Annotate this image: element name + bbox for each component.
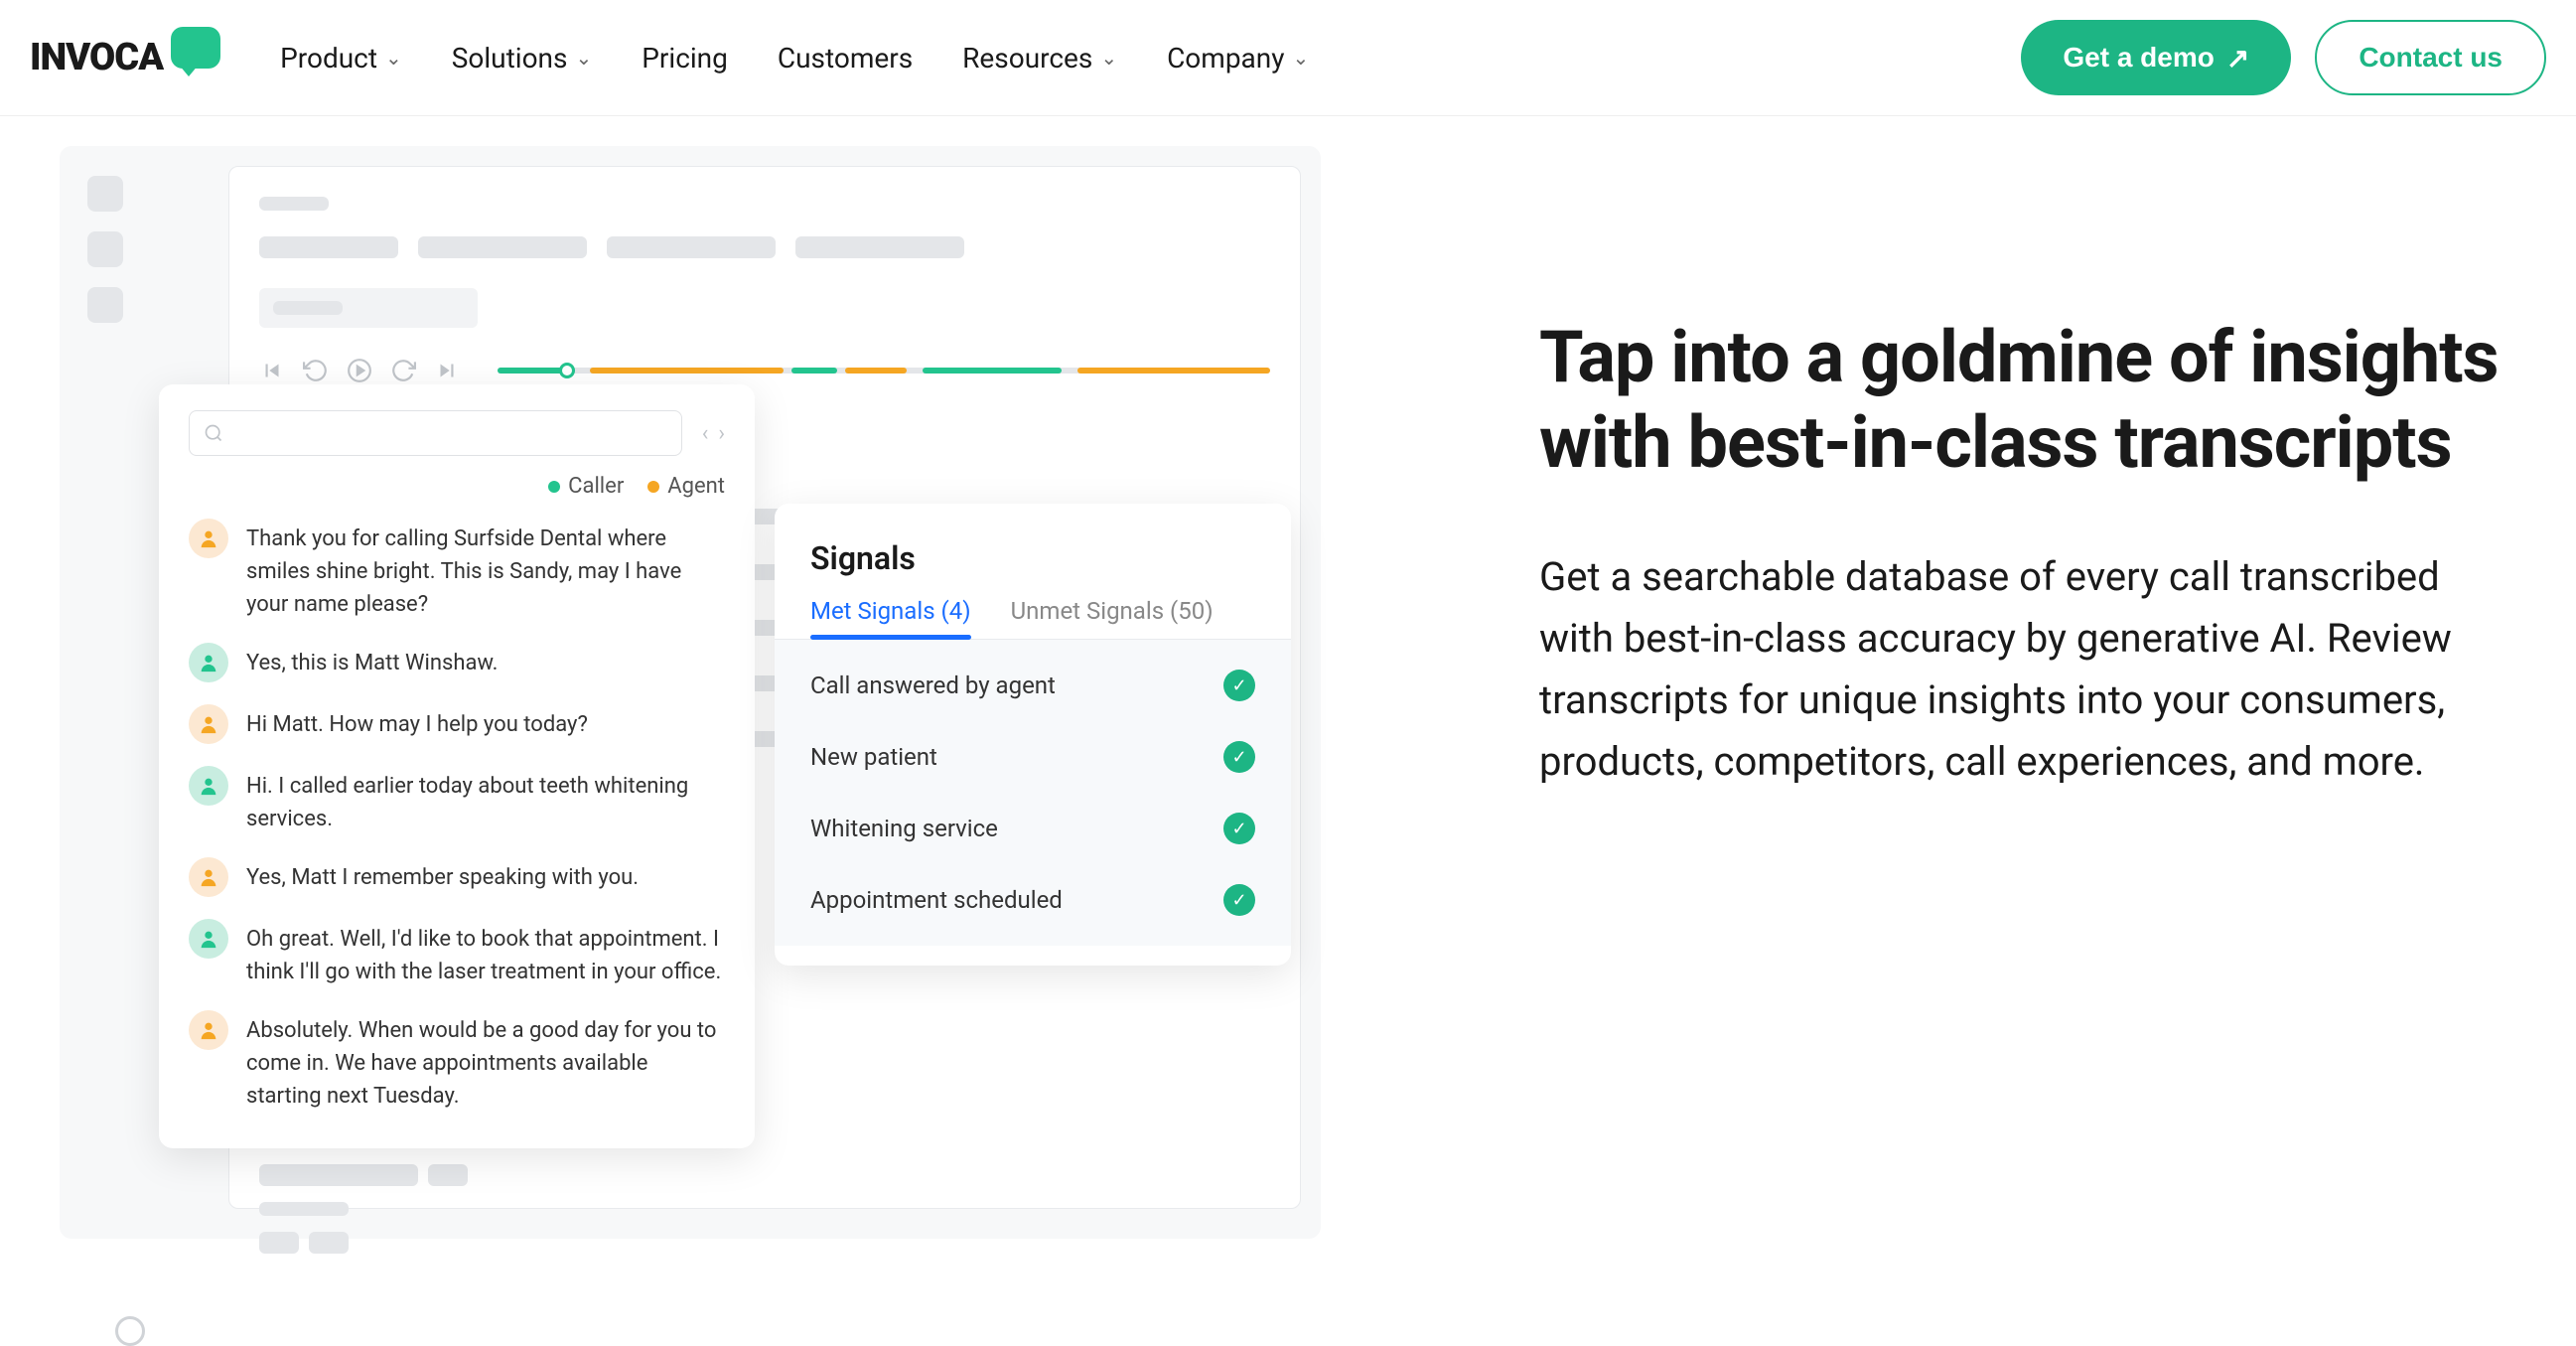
- forward-icon: [390, 358, 416, 383]
- message-caller: Oh great. Well, I'd like to book that ap…: [189, 919, 725, 988]
- chevron-down-icon: ⌄: [385, 46, 402, 70]
- signal-label: Call answered by agent: [810, 672, 1056, 699]
- message-text: Hi. I called earlier today about teeth w…: [246, 766, 725, 835]
- skip-back-icon: [259, 358, 285, 383]
- illustration-panel: ‹ ›: [60, 116, 1321, 1261]
- mock-sidebar: [87, 176, 123, 323]
- message-text: Oh great. Well, I'd like to book that ap…: [246, 919, 725, 988]
- signal-item: Whitening service ✓: [775, 793, 1291, 864]
- transcript-nav-arrows[interactable]: ‹›: [702, 421, 725, 446]
- message-caller: Hi. I called earlier today about teeth w…: [189, 766, 725, 835]
- nav-customers[interactable]: Customers: [778, 42, 913, 75]
- message-agent: Thank you for calling Surfside Dental wh…: [189, 519, 725, 621]
- message-text: Hi Matt. How may I help you today?: [246, 704, 588, 741]
- nav-solutions[interactable]: Solutions⌄: [452, 42, 592, 75]
- check-icon: ✓: [1223, 741, 1255, 773]
- avatar-caller: [189, 919, 228, 959]
- audio-player: [259, 358, 1270, 383]
- nav-pricing[interactable]: Pricing: [642, 42, 728, 75]
- main-nav: INVOCA Product⌄ Solutions⌄ Pricing Custo…: [0, 0, 2576, 116]
- signal-item: Call answered by agent ✓: [775, 650, 1291, 721]
- signal-item: Appointment scheduled ✓: [775, 864, 1291, 936]
- message-text: Thank you for calling Surfside Dental wh…: [246, 519, 725, 621]
- signal-list: Call answered by agent✓New patient✓White…: [775, 640, 1291, 946]
- logo-bubble-icon: [171, 27, 220, 69]
- message-text: Yes, this is Matt Winshaw.: [246, 643, 498, 679]
- avatar-agent: [189, 857, 228, 897]
- signals-tabs: Met Signals (4) Unmet Signals (50): [775, 597, 1291, 640]
- message-agent: Absolutely. When would be a good day for…: [189, 1010, 725, 1113]
- nav-resources[interactable]: Resources⌄: [962, 42, 1117, 75]
- nav-product[interactable]: Product⌄: [280, 42, 402, 75]
- check-icon: ✓: [1223, 813, 1255, 844]
- signal-label: New patient: [810, 743, 937, 771]
- next-icon[interactable]: ›: [718, 421, 725, 446]
- nav-actions: Get a demo↗ Contact us: [2021, 20, 2546, 95]
- message-agent: Yes, Matt I remember speaking with you.: [189, 857, 725, 897]
- page-body: Get a searchable database of every call …: [1539, 546, 2516, 793]
- legend: Caller Agent: [189, 474, 725, 499]
- avatar-agent: [189, 519, 228, 558]
- message-text: Absolutely. When would be a good day for…: [246, 1010, 725, 1113]
- message-list: Thank you for calling Surfside Dental wh…: [189, 519, 725, 1113]
- avatar-caller: [189, 643, 228, 682]
- avatar-agent: [189, 1010, 228, 1050]
- search-icon: [204, 423, 223, 443]
- search-input[interactable]: [189, 410, 682, 456]
- tab-met-signals[interactable]: Met Signals (4): [810, 597, 971, 639]
- skip-forward-icon: [434, 358, 460, 383]
- prev-icon[interactable]: ‹: [702, 421, 709, 446]
- chevron-down-icon: ⌄: [1100, 46, 1117, 70]
- gear-icon: [115, 1316, 145, 1346]
- play-icon: [347, 358, 372, 383]
- avatar-agent: [189, 704, 228, 744]
- arrow-icon: ↗: [2226, 42, 2249, 75]
- logo-text: INVOCA: [30, 36, 163, 79]
- get-demo-button[interactable]: Get a demo↗: [2021, 20, 2291, 95]
- dropdown-placeholder: [259, 288, 478, 328]
- check-icon: ✓: [1223, 670, 1255, 701]
- check-icon: ✓: [1223, 884, 1255, 916]
- signals-card: Signals Met Signals (4) Unmet Signals (5…: [775, 504, 1291, 966]
- contact-us-button[interactable]: Contact us: [2315, 20, 2546, 95]
- nav-company[interactable]: Company⌄: [1167, 42, 1309, 75]
- message-caller: Yes, this is Matt Winshaw.: [189, 643, 725, 682]
- rewind-icon: [303, 358, 329, 383]
- signal-item: New patient ✓: [775, 721, 1291, 793]
- tab-unmet-signals[interactable]: Unmet Signals (50): [1011, 597, 1214, 639]
- page-heading: Tap into a goldmine of insights with bes…: [1539, 315, 2516, 487]
- signal-label: Appointment scheduled: [810, 886, 1063, 914]
- message-text: Yes, Matt I remember speaking with you.: [246, 857, 639, 894]
- logo[interactable]: INVOCA: [30, 36, 220, 79]
- signal-label: Whitening service: [810, 815, 998, 842]
- chevron-down-icon: ⌄: [575, 46, 592, 70]
- chevron-down-icon: ⌄: [1293, 46, 1310, 70]
- avatar-caller: [189, 766, 228, 806]
- transcript-card: ‹› Caller Agent Thank you for calling Su…: [159, 384, 755, 1148]
- audio-track: [498, 368, 1270, 374]
- message-agent: Hi Matt. How may I help you today?: [189, 704, 725, 744]
- nav-links: Product⌄ Solutions⌄ Pricing Customers Re…: [280, 42, 1309, 75]
- signals-title: Signals: [775, 539, 1291, 597]
- content-panel: Tap into a goldmine of insights with bes…: [1539, 116, 2516, 1261]
